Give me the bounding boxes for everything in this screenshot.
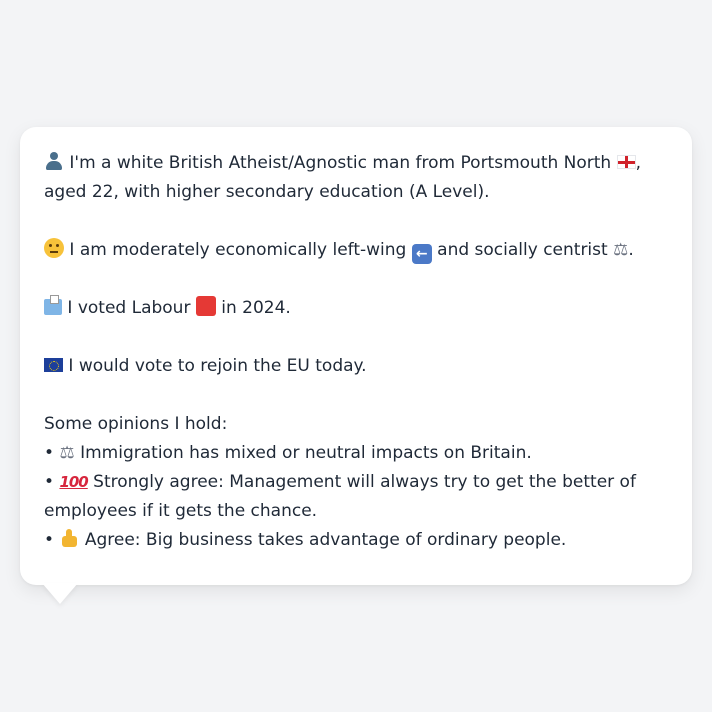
left-arrow-icon: ←: [411, 244, 432, 264]
opinion-item: • Agree: Big business takes advantage of…: [44, 526, 668, 555]
opinion-item: • ⚖ Immigration has mixed or neutral imp…: [44, 439, 668, 468]
identity-text-a: I'm a white British Atheist/Agnostic man…: [69, 153, 612, 173]
profile-speech-bubble: I'm a white British Atheist/Agnostic man…: [20, 127, 692, 585]
political-position-line: I am moderately economically left-wing ←…: [44, 236, 668, 265]
thumbs-up-icon: [59, 528, 79, 548]
red-square-icon: [195, 296, 216, 316]
person-silhouette-icon: [44, 151, 64, 171]
political-text-a: I am moderately economically left-wing: [69, 240, 407, 260]
political-text-c: .: [628, 240, 634, 260]
thinking-face-icon: [44, 238, 64, 258]
vote-line: I voted Labour in 2024.: [44, 294, 668, 323]
hundred-points-icon: 100: [59, 473, 88, 491]
eu-line: I would vote to rejoin the EU today.: [44, 352, 668, 381]
eu-text: I would vote to rejoin the EU today.: [68, 356, 367, 376]
speech-bubble-tail: [42, 583, 78, 604]
page: I'm a white British Atheist/Agnostic man…: [0, 0, 712, 712]
bullet: •: [44, 472, 55, 492]
identity-line: I'm a white British Atheist/Agnostic man…: [44, 149, 668, 207]
political-text-b: and socially centrist: [437, 240, 608, 260]
opinion-text: Agree: Big business takes advantage of o…: [84, 530, 567, 550]
england-flag-icon: [616, 155, 636, 169]
vote-text-b: in 2024.: [221, 298, 291, 318]
opinion-text: Immigration has mixed or neutral impacts…: [80, 443, 532, 463]
ballot-box-icon: [44, 295, 62, 315]
opinion-item: • 100 Strongly agree: Management will al…: [44, 468, 668, 526]
balance-scale-icon: ⚖: [59, 443, 75, 463]
bullet: •: [44, 443, 55, 463]
bullet: •: [44, 530, 55, 550]
vote-text-a: I voted Labour: [67, 298, 191, 318]
balance-scale-icon: ⚖: [613, 240, 629, 260]
eu-flag-icon: [44, 358, 63, 372]
opinions-heading: Some opinions I hold:: [44, 414, 228, 434]
opinion-text: Strongly agree: Management will always t…: [44, 472, 636, 521]
